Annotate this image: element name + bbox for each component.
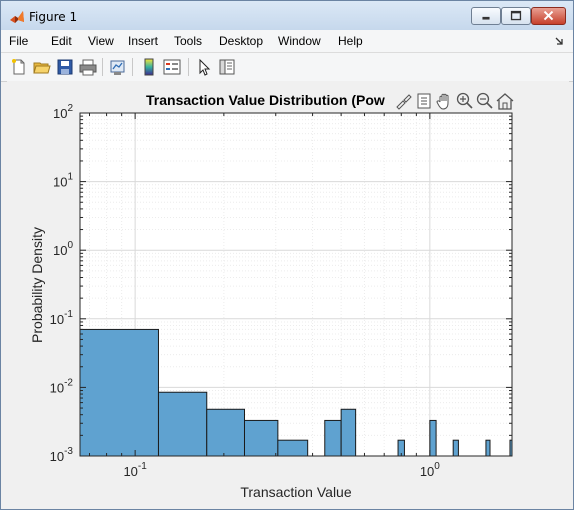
brush-icon[interactable] [396, 94, 412, 110]
histogram-bar [277, 439, 309, 457]
x-axis-label: Transaction Value [240, 484, 351, 500]
y-tick-label: 102 [53, 103, 73, 121]
histogram-bar [79, 328, 159, 457]
axes-toolbar [396, 92, 514, 110]
chart-title: Transaction Value Distribution (Pow [146, 92, 385, 108]
pan-icon[interactable] [436, 93, 449, 110]
histogram-bar [340, 408, 357, 457]
x-tick-label: 10-1 [123, 461, 147, 479]
x-tick-labels: 10-1 100 [123, 461, 440, 479]
histogram-bar [157, 391, 208, 457]
y-tick-label: 101 [53, 172, 73, 190]
data-tips-icon[interactable] [417, 93, 431, 109]
y-tick-label: 100 [53, 240, 73, 258]
histogram-bar [485, 439, 491, 457]
y-axis-label: Probability Density [29, 227, 45, 343]
histogram-bar [324, 419, 342, 457]
y-tick-label: 10-1 [50, 309, 74, 327]
zoom-out-icon[interactable] [476, 92, 493, 109]
y-tick-label: 10-3 [50, 446, 74, 464]
histogram-bar [429, 419, 437, 457]
zoom-in-icon[interactable] [456, 92, 473, 109]
y-tick-labels: 10-3 10-2 10-1 100 101 102 [50, 103, 74, 464]
histogram-bar [243, 419, 279, 457]
histogram-bar [206, 408, 245, 457]
histogram-bar [452, 439, 459, 457]
x-tick-label: 100 [420, 461, 440, 479]
restore-view-icon[interactable] [496, 93, 514, 110]
y-tick-label: 10-2 [50, 377, 74, 395]
histogram-chart[interactable]: 10-3 10-2 10-1 100 101 102 10-1 100 Transactio… [0, 0, 574, 510]
